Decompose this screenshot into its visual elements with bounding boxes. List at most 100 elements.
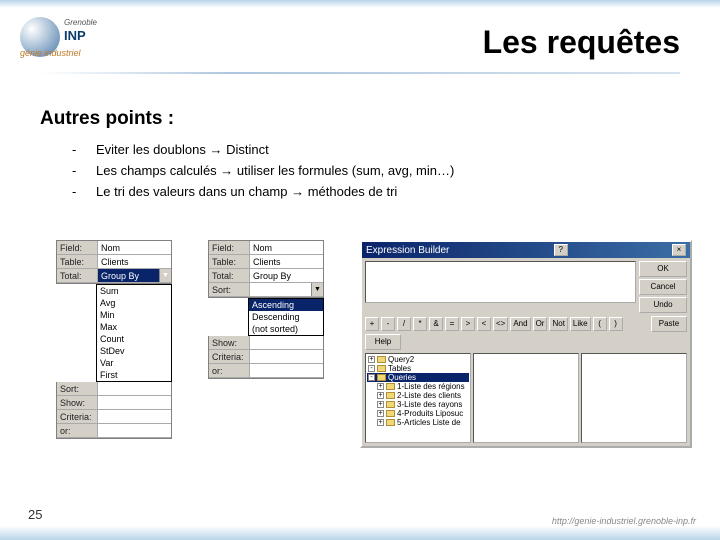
expand-icon[interactable]: + — [377, 419, 384, 426]
help-icon[interactable]: ? — [554, 244, 568, 256]
dialog-titlebar: Expression Builder ? × — [362, 242, 690, 258]
operator-toolbar: + - / * & = > < <> And Or Not Like ( ) P… — [365, 316, 687, 350]
expand-icon[interactable]: + — [377, 392, 384, 399]
total-cell[interactable]: Group By▼ — [97, 269, 171, 282]
op-gt[interactable]: > — [461, 317, 475, 331]
show-cell[interactable] — [249, 336, 323, 349]
op-div[interactable]: / — [397, 317, 411, 331]
dropdown-option[interactable]: Sum — [97, 285, 171, 297]
tree-item: +1-Liste des régions — [367, 382, 469, 391]
folder-icon — [377, 356, 386, 363]
folder-icon — [386, 392, 395, 399]
table-cell[interactable]: Clients — [249, 255, 323, 268]
dropdown-option[interactable]: First — [97, 369, 171, 381]
expression-input[interactable] — [365, 261, 636, 303]
ok-button[interactable]: OK — [639, 261, 687, 277]
dropdown-option[interactable]: (not sorted) — [249, 323, 323, 335]
aggregate-dropdown[interactable]: Sum Avg Min Max Count StDev Var First — [96, 284, 172, 382]
or-cell[interactable] — [249, 364, 323, 377]
dropdown-option[interactable]: Max — [97, 321, 171, 333]
value-list[interactable] — [581, 353, 687, 443]
folder-icon — [386, 401, 395, 408]
op-or[interactable]: Or — [533, 317, 548, 331]
tree-item: +4-Produits Liposuc — [367, 409, 469, 418]
field-list[interactable] — [473, 353, 579, 443]
cancel-button[interactable]: Cancel — [639, 279, 687, 295]
show-cell[interactable] — [97, 396, 171, 409]
tree-item: +Query2 — [367, 355, 469, 364]
undo-button[interactable]: Undo — [639, 297, 687, 313]
expand-icon[interactable]: + — [377, 383, 384, 390]
logo: Grenoble INP génie industriel — [20, 12, 130, 62]
paste-button[interactable]: Paste — [651, 316, 687, 332]
logo-city: Grenoble — [64, 18, 97, 27]
category-tree[interactable]: +Query2 -Tables -Queries +1-Liste des ré… — [365, 353, 471, 443]
op-not[interactable]: Not — [549, 317, 567, 331]
footer-url: http://genie-industriel.grenoble-inp.fr — [552, 516, 696, 526]
folder-icon — [386, 383, 395, 390]
logo-subtitle: génie industriel — [20, 48, 81, 58]
folder-icon — [386, 410, 395, 417]
footer-decoration — [0, 526, 720, 540]
expand-icon[interactable]: + — [377, 410, 384, 417]
query-grid-totals: Field:Nom Table:Clients Total:Group By▼ … — [56, 240, 172, 439]
total-cell[interactable]: Group By — [249, 269, 323, 282]
op-minus[interactable]: - — [381, 317, 395, 331]
field-cell[interactable]: Nom — [97, 241, 171, 254]
expression-builder-dialog: Expression Builder ? × OK Cancel Undo + … — [360, 240, 692, 448]
tree-item: -Queries — [367, 373, 469, 382]
query-grid-sort: Field:Nom Table:Clients Total:Group By S… — [208, 240, 324, 379]
close-icon[interactable]: × — [672, 244, 686, 256]
criteria-cell[interactable] — [249, 350, 323, 363]
chevron-down-icon[interactable]: ▼ — [311, 283, 323, 296]
tree-item: +3-Liste des rayons — [367, 400, 469, 409]
slide-title: Les requêtes — [483, 24, 680, 61]
collapse-icon[interactable]: - — [368, 365, 375, 372]
criteria-cell[interactable] — [97, 410, 171, 423]
title-underline — [40, 72, 680, 74]
dialog-title: Expression Builder — [366, 245, 449, 256]
dropdown-option[interactable]: StDev — [97, 345, 171, 357]
tree-item: -Tables — [367, 364, 469, 373]
op-lt[interactable]: < — [477, 317, 491, 331]
sort-dropdown[interactable]: Ascending Descending (not sorted) — [248, 298, 324, 336]
dropdown-option[interactable]: Count — [97, 333, 171, 345]
op-amp[interactable]: & — [429, 317, 443, 331]
dropdown-option[interactable]: Ascending — [249, 299, 323, 311]
header-decoration — [0, 0, 720, 8]
sort-cell[interactable] — [97, 382, 171, 395]
folder-icon — [377, 374, 386, 381]
op-and[interactable]: And — [510, 317, 530, 331]
expand-icon[interactable]: + — [368, 356, 375, 363]
collapse-icon[interactable]: - — [368, 374, 375, 381]
op-plus[interactable]: + — [365, 317, 379, 331]
op-ne[interactable]: <> — [493, 317, 508, 331]
page-number: 25 — [28, 507, 42, 522]
or-cell[interactable] — [97, 424, 171, 437]
logo-main: INP — [64, 28, 86, 43]
field-cell[interactable]: Nom — [249, 241, 323, 254]
op-mul[interactable]: * — [413, 317, 427, 331]
list-item: -Le tri des valeurs dans un champ → méth… — [72, 182, 454, 203]
dropdown-option[interactable]: Avg — [97, 297, 171, 309]
sort-cell[interactable]: ▼ — [249, 283, 323, 296]
list-item: -Eviter les doublons → Distinct — [72, 140, 454, 161]
op-like[interactable]: Like — [570, 317, 591, 331]
dropdown-option[interactable]: Var — [97, 357, 171, 369]
tree-item: +2-Liste des clients — [367, 391, 469, 400]
op-lparen[interactable]: ( — [593, 317, 607, 331]
chevron-down-icon[interactable]: ▼ — [159, 269, 171, 282]
op-rparen[interactable]: ) — [609, 317, 623, 331]
op-eq[interactable]: = — [445, 317, 459, 331]
screenshot-panels: Field:Nom Table:Clients Total:Group By▼ … — [56, 240, 692, 448]
section-heading: Autres points : — [40, 108, 174, 130]
tree-item: +5-Articles Liste de — [367, 418, 469, 427]
dropdown-option[interactable]: Descending — [249, 311, 323, 323]
expand-icon[interactable]: + — [377, 401, 384, 408]
bullet-list: -Eviter les doublons → Distinct -Les cha… — [72, 140, 454, 202]
list-item: -Les champs calculés → utiliser les form… — [72, 161, 454, 182]
folder-icon — [386, 419, 395, 426]
table-cell[interactable]: Clients — [97, 255, 171, 268]
help-button[interactable]: Help — [365, 334, 401, 350]
dropdown-option[interactable]: Min — [97, 309, 171, 321]
